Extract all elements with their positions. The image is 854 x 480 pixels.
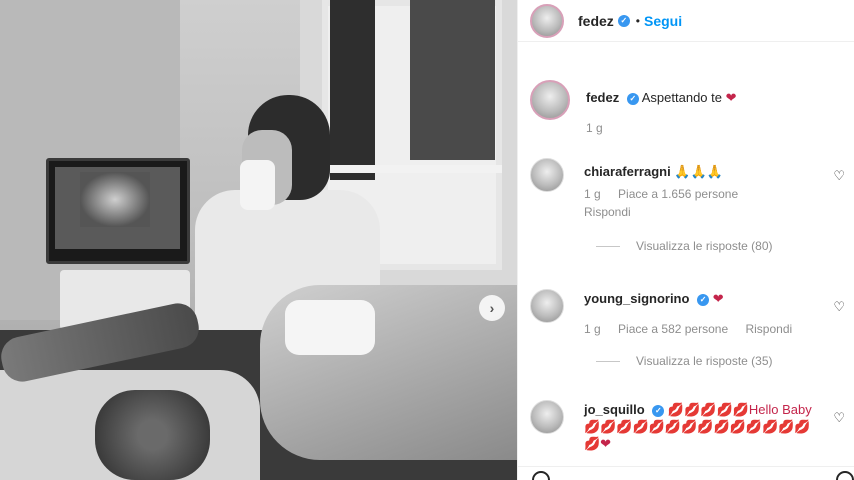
replies-divider [596,360,620,362]
reply-button[interactable]: Rispondi [745,322,792,336]
comment-username[interactable]: jo_squillo [584,402,645,417]
caption: fedez ✓ Aspettando te ❤ 1 g [530,80,845,137]
heart-icon[interactable] [532,471,550,480]
comment-likes[interactable]: Piace a 582 persone [618,322,728,336]
photo-doctor-mask [240,160,275,210]
bookmark-icon[interactable] [836,471,854,480]
avatar[interactable] [530,3,564,38]
photo-window-bar [322,165,502,173]
comment-time: 1 g [584,322,601,336]
like-heart-icon[interactable]: ♡ [833,168,845,184]
view-replies-label: Visualizza le risposte (35) [636,354,773,368]
chevron-right-icon: › [489,300,495,316]
view-replies-button[interactable]: Visualizza le risposte (80) [596,239,845,253]
avatar[interactable] [530,158,564,192]
verified-icon: ✓ [617,14,630,27]
heart-emoji: ❤ [725,90,737,105]
comment-item: young_signorino ✓ ❤ 1 g Piace a 582 pers… [530,289,845,368]
reply-button[interactable]: Rispondi [584,204,831,221]
verified-icon: ✓ [652,404,665,417]
comment-username[interactable]: young_signorino [584,291,689,306]
post-photo: › [0,0,517,480]
separator-dot: • [635,13,640,28]
view-replies-button[interactable]: Visualizza le risposte (35) [596,354,845,368]
next-photo-button[interactable]: › [479,295,505,321]
follow-button[interactable]: Segui [644,13,682,29]
avatar[interactable] [530,289,564,323]
like-heart-icon[interactable]: ♡ [833,410,845,426]
replies-divider [596,245,620,247]
comment-time: 1 g [584,187,601,201]
comment-text: 🙏🙏🙏 [674,164,723,179]
verified-icon: ✓ [697,293,710,306]
photo-tattooed-hand [95,390,210,480]
header-username[interactable]: fedez [578,13,614,29]
photo-window-pane [330,0,375,180]
comment-likes[interactable]: Piace a 1.656 persone [618,187,738,201]
photo-window-pane-2 [410,0,495,160]
caption-text: Aspettando te [641,90,722,105]
caption-username[interactable]: fedez [586,90,619,105]
photo-monitor-image [80,172,150,227]
like-heart-icon[interactable]: ♡ [833,299,845,315]
verified-icon: ✓ [626,92,639,105]
view-replies-label: Visualizza le risposte (80) [636,239,773,253]
caption-time: 1 g [586,121,603,135]
photo-woman-mask [285,300,375,355]
avatar[interactable] [530,80,570,120]
post-side-panel: fedez ✓ • Segui fedez ✓ Aspettando te ❤ … [517,0,854,480]
comment-item: chiaraferragni 🙏🙏🙏 1 g Piace a 1.656 per… [530,158,845,253]
avatar[interactable] [530,400,564,434]
comment-item: jo_squillo ✓ 💋💋💋💋💋Hello Baby 💋💋💋💋💋💋💋💋💋💋💋… [530,400,845,452]
action-bar [518,466,854,480]
comment-username[interactable]: chiaraferragni [584,164,671,179]
comment-text: ❤ [712,291,724,306]
post-header: fedez ✓ • Segui [518,0,854,42]
